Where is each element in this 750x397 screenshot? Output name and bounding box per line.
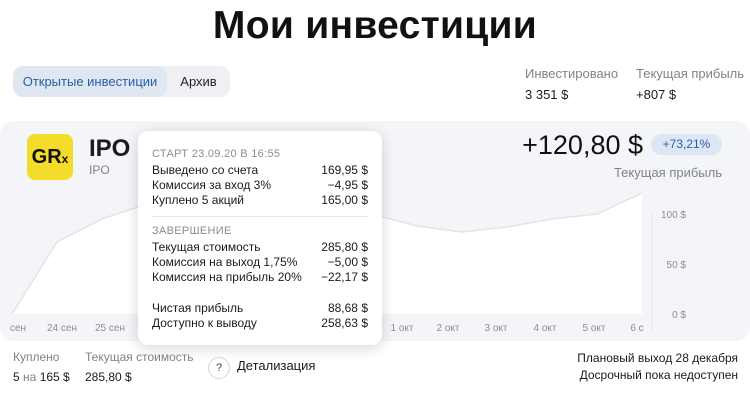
summary-profit: Текущая прибыль +807 $	[636, 66, 744, 102]
invested-value: 3 351 $	[525, 87, 569, 102]
logo-sub: x	[61, 152, 69, 166]
x-tick-label: 6 с	[630, 323, 643, 334]
y-tick-label: 0 $	[672, 310, 686, 321]
x-tick-label: 2 окт	[437, 323, 460, 334]
bought-amount: 165 $	[39, 370, 70, 384]
y-tick-label: 50 $	[667, 260, 687, 271]
row-label: Комиссия на прибыль 20%	[152, 270, 302, 284]
x-tick-label: сен	[10, 323, 26, 334]
y-tick-label: 100 $	[661, 210, 686, 221]
row-label: Выведено со счета	[152, 163, 259, 177]
row-value: 258,63 $	[321, 316, 368, 330]
x-tick-label: 5 окт	[583, 323, 606, 334]
divider	[152, 216, 368, 217]
tooltip-row: Комиссия на прибыль 20% −22,17 $	[152, 270, 368, 285]
row-label: Доступно к выводу	[152, 316, 257, 330]
end-header: ЗАВЕРШЕНИЕ	[152, 225, 232, 237]
profit-percent-badge: +73,21%	[651, 134, 722, 155]
row-label: Чистая прибыль	[152, 301, 244, 315]
company-logo: GRx	[27, 134, 73, 180]
row-value: 285,80 $	[321, 240, 368, 254]
summary-invested: Инвестировано 3 351 $	[525, 66, 618, 102]
row-value: 169,95 $	[321, 163, 368, 177]
planned-exit: Плановый выход 28 декабря	[577, 351, 738, 365]
logo-text: GR	[31, 146, 62, 168]
bought-value: 5 на 165 $	[13, 370, 70, 384]
x-tick-label: 25 сен	[95, 323, 125, 334]
bought-info: Куплено 5 на 165 $	[13, 350, 70, 384]
row-label: Комиссия за вход 3%	[152, 178, 271, 192]
profit-label: Текущая прибыль	[636, 66, 745, 81]
card-profit-label: Текущая прибыль	[613, 165, 722, 180]
help-icon[interactable]: ?	[208, 357, 230, 379]
tooltip-row: Текущая стоимость 285,80 $	[152, 240, 368, 255]
tooltip-row: Куплено 5 акций 165,00 $	[152, 193, 368, 208]
card-profit-value: +120,80 $	[522, 130, 643, 160]
tooltip-row: Чистая прибыль 88,68 $	[152, 301, 368, 316]
row-value: −22,17 $	[320, 270, 368, 284]
ticker-subtitle: IPO	[89, 163, 110, 177]
row-label: Куплено 5 акций	[152, 193, 245, 207]
bought-count: 5	[13, 370, 20, 384]
row-label: Комиссия на выход 1,75%	[152, 255, 298, 269]
x-tick-label: 3 окт	[485, 323, 508, 334]
details-button[interactable]: Детализация	[237, 358, 315, 373]
x-tick-label: 1 окт	[391, 323, 414, 334]
row-value: −4,95 $	[327, 178, 368, 192]
row-value: 88,68 $	[327, 301, 368, 315]
tab-open-investments[interactable]: Открытые инвестиции	[13, 66, 167, 97]
profit-value: +807 $	[636, 87, 677, 102]
exit-info: Плановый выход 28 декабря Досрочный пока…	[577, 350, 738, 384]
start-header: СТАРТ 23.09.20 В 16:55	[152, 148, 281, 160]
tooltip-row: Комиссия за вход 3% −4,95 $	[152, 178, 368, 193]
bought-word: на	[23, 370, 37, 384]
invested-label: Инвестировано	[525, 66, 619, 81]
tooltip-row: Доступно к выводу 258,63 $	[152, 316, 368, 331]
detail-tooltip: СТАРТ 23.09.20 В 16:55 Выведено со счета…	[138, 131, 382, 345]
tabs-bar: Открытые инвестиции Архив	[13, 66, 230, 97]
row-value: 165,00 $	[321, 193, 368, 207]
ticker-title: IPO	[89, 135, 131, 162]
tooltip-row: Выведено со счета 169,95 $	[152, 163, 368, 178]
cost-value: 285,80 $	[85, 370, 132, 384]
bought-label: Куплено	[13, 350, 60, 364]
row-label: Текущая стоимость	[152, 240, 261, 254]
tab-archive[interactable]: Архив	[167, 66, 230, 97]
early-exit-status: Досрочный пока недоступен	[579, 368, 738, 382]
cost-label: Текущая стоимость	[85, 350, 194, 364]
page-title: Мои инвестиции	[212, 4, 538, 47]
row-value: −5,00 $	[327, 255, 368, 269]
x-tick-label: 24 сен	[47, 323, 77, 334]
current-cost-info: Текущая стоимость 285,80 $	[85, 350, 194, 384]
x-tick-label: 4 окт	[534, 323, 557, 334]
tooltip-row: Комиссия на выход 1,75% −5,00 $	[152, 255, 368, 270]
